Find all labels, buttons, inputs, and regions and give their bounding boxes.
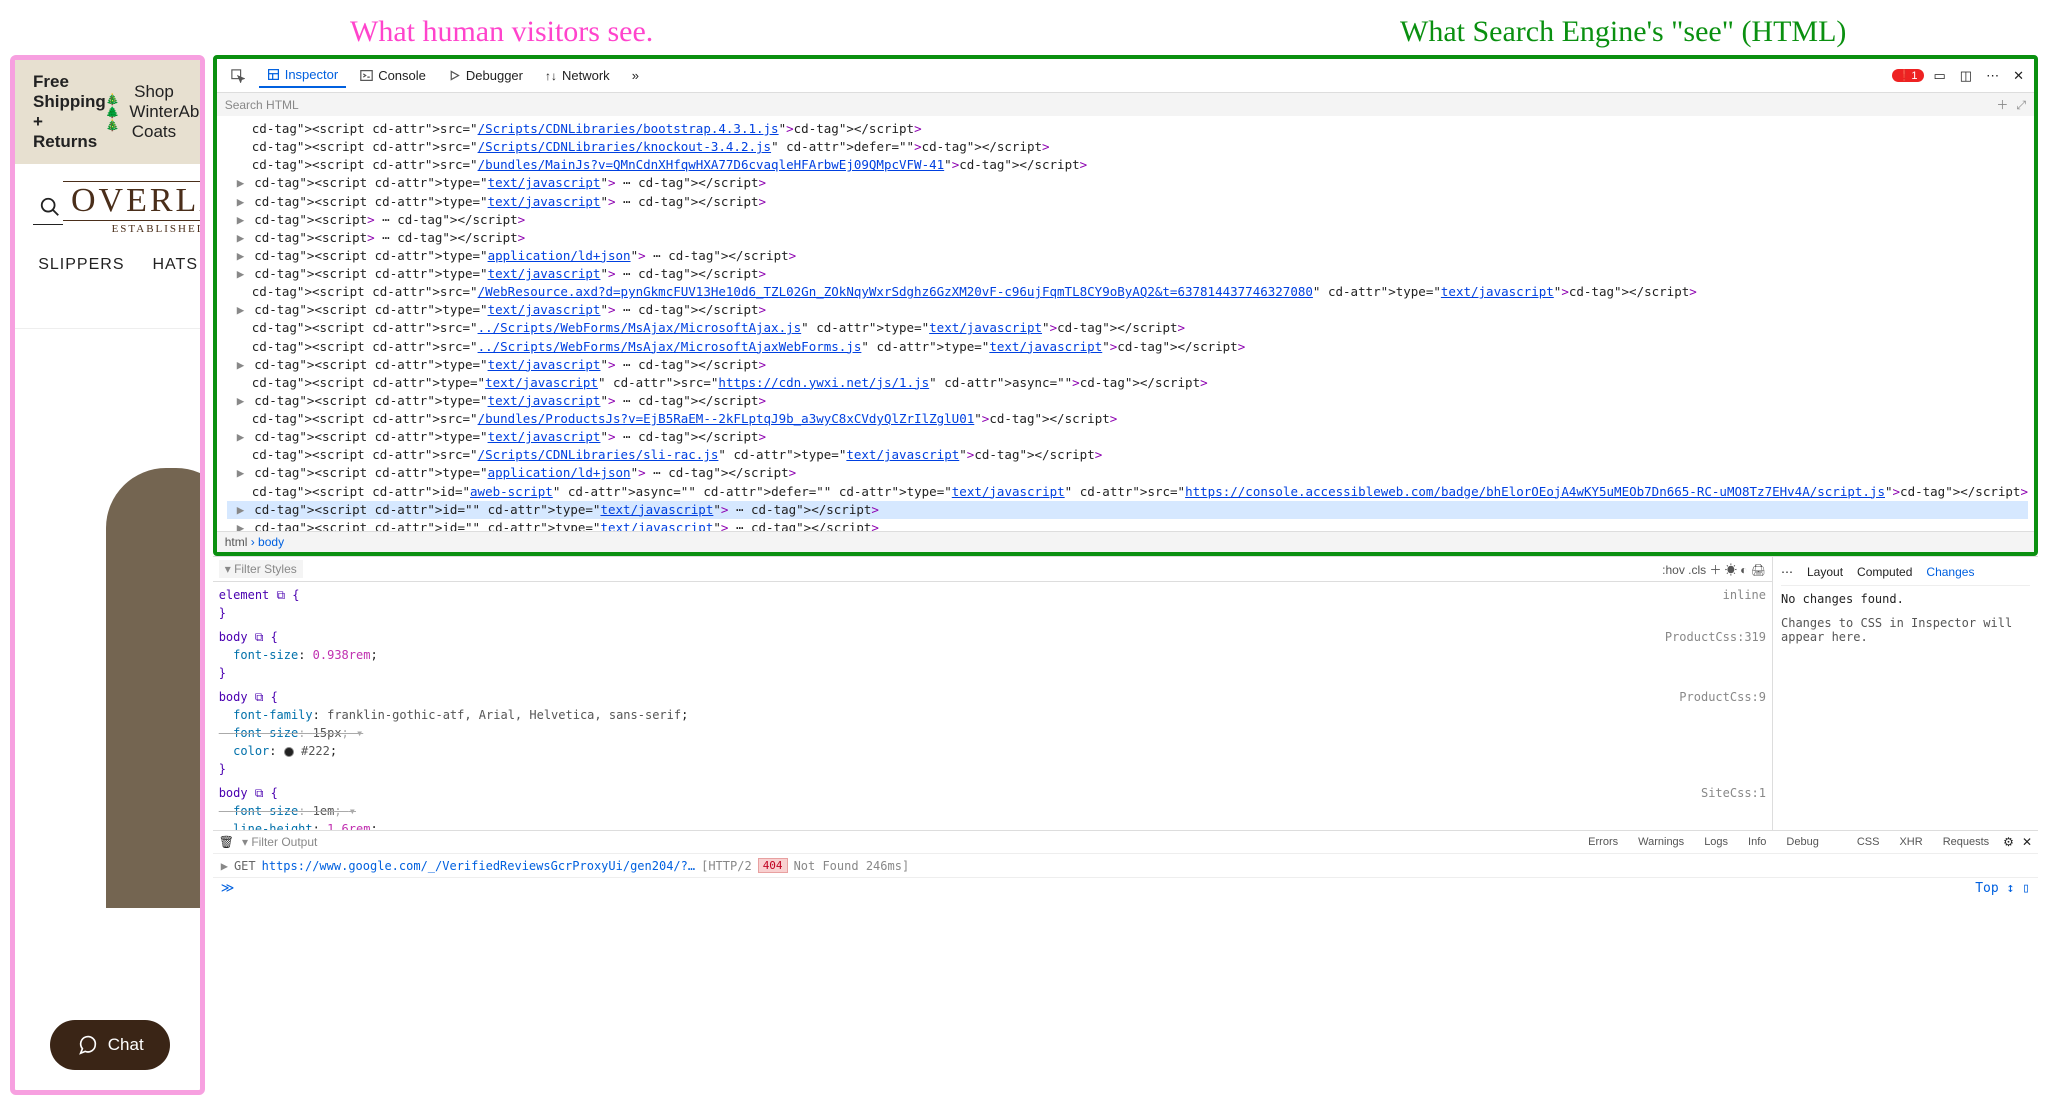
error-count-badge[interactable]: ❗1 [1892,69,1924,82]
filter-styles-input[interactable]: ▾ Filter Styles [219,560,303,578]
tab-layout[interactable]: Layout [1807,565,1843,579]
split-console-icon[interactable]: ▯ [2022,881,2030,896]
html-source-tree[interactable]: cd-tag"><script cd-attr">src="/Scripts/C… [217,116,2034,531]
free-shipping-text: Free Shipping + Returns [33,72,106,152]
tab-changes[interactable]: Changes [1926,565,1974,579]
caption-human: What human visitors see. [350,15,653,49]
changes-hint-text: Changes to CSS in Inspector will appear … [1781,616,2030,644]
inspector-picker-icon[interactable] [223,65,253,87]
css-rules-pane[interactable]: inlineelement ⧉ {}ProductCss:319body ⧉ {… [213,582,1772,830]
dom-breadcrumb[interactable]: html › body [217,531,2034,552]
filter-requests[interactable]: Requests [1937,834,1995,850]
tree-icon: 🎄🌲🎄 [106,93,120,132]
console-url: https://www.google.com/_/VerifiedReviews… [262,859,695,873]
tab-debugger[interactable]: Debugger [440,64,531,87]
right-tabs-more[interactable]: ⋯ [1781,565,1793,579]
devtools-panel: Inspector Console Debugger ↑↓ Network » … [213,55,2038,1095]
new-node-icon[interactable]: ＋ [1996,98,2008,112]
filter-errors[interactable]: Errors [1582,834,1624,850]
main-nav: WOMEN MEN COATS & JACKETS BOOTS SLIPPERS… [15,238,200,329]
filter-logs[interactable]: Logs [1698,834,1734,850]
promo-bar: Free Shipping + Returns 🎄🌲🎄 Shop Winter … [15,60,200,164]
console-prompt[interactable]: ≫ [221,881,235,896]
chat-icon [76,1034,98,1056]
styles-toolbar[interactable]: :hov .cls ＋ ☀ ◐ 🖨 [1662,561,1766,578]
filter-output-input[interactable]: Filter Output [251,835,317,849]
no-changes-text: No changes found. [1781,592,2030,606]
nav-hats[interactable]: HATS [153,256,198,310]
clear-console-icon[interactable]: 🗑 [219,835,234,849]
expand-icon[interactable]: ⤢ [2016,98,2026,112]
tab-computed[interactable]: Computed [1857,565,1912,579]
chat-button[interactable]: Chat [50,1020,170,1070]
promo-center-link[interactable]: Shop Winter Coats [129,82,178,142]
filter-debug[interactable]: Debug [1780,834,1824,850]
tab-inspector[interactable]: Inspector [259,63,346,88]
filter-css[interactable]: CSS [1851,834,1886,850]
brand-logo[interactable]: OVERLAND ESTABLISHED 1973 [63,181,205,235]
console-settings-icon[interactable]: ⚙ [2003,835,2014,849]
console-close-icon[interactable]: ✕ [2022,835,2032,849]
filter-xhr[interactable]: XHR [1893,834,1928,850]
http-status-badge: 404 [758,858,788,873]
responsive-mode-icon[interactable]: ▭ [1930,68,1950,84]
website-panel: Free Shipping + Returns 🎄🌲🎄 Shop Winter … [10,55,205,1095]
search-icon[interactable] [39,196,61,221]
dock-icon[interactable]: ◫ [1956,68,1976,84]
close-devtools-icon[interactable]: ✕ [2009,68,2028,84]
more-menu-icon[interactable]: ⋯ [1982,68,2003,84]
tab-network[interactable]: ↑↓ Network [537,64,618,87]
filter-warnings[interactable]: Warnings [1632,834,1690,850]
promo-link-about[interactable]: About [179,102,205,122]
nav-slippers[interactable]: SLIPPERS [38,256,124,310]
execution-context[interactable]: Top [1975,881,1998,896]
filter-info[interactable]: Info [1742,834,1772,850]
search-html-input[interactable]: Search HTML [225,98,299,112]
tab-console[interactable]: Console [352,64,434,87]
search-box[interactable] [33,192,63,225]
devtools-tabs: Inspector Console Debugger ↑↓ Network » … [217,59,2034,93]
tabs-overflow[interactable]: » [624,64,647,87]
console-log-row[interactable]: ▶ GET https://www.google.com/_/VerifiedR… [213,854,2038,877]
caption-seo: What Search Engine's "see" (HTML) [1400,15,1846,49]
